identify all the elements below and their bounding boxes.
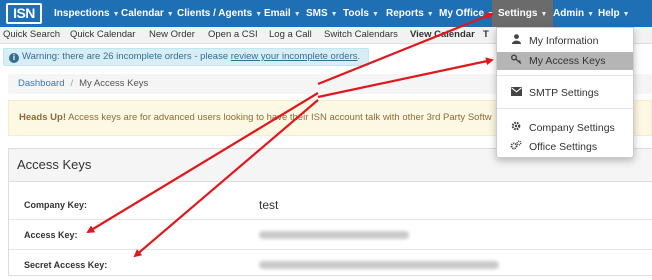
chevron-down-icon: ▼ xyxy=(255,11,263,18)
access-key-value-redacted xyxy=(259,231,409,239)
access-key-row: Access Key: xyxy=(9,220,652,250)
link-new-order[interactable]: New Order xyxy=(149,27,195,43)
menu-office-settings[interactable]: Office Settings xyxy=(497,138,633,156)
company-key-label: Company Key: xyxy=(24,200,88,210)
chevron-down-icon: ▼ xyxy=(166,11,174,18)
chevron-down-icon: ▼ xyxy=(293,11,301,18)
review-incomplete-orders-link[interactable]: review your incomplete orders xyxy=(231,51,358,62)
nav-clients-agents[interactable]: Clients / Agents ▼ xyxy=(177,0,262,27)
nav-calendar[interactable]: Calendar ▼ xyxy=(121,0,174,27)
warning-text: Warning: there are 26 incomplete orders … xyxy=(22,51,231,62)
chevron-down-icon: ▼ xyxy=(540,11,548,18)
breadcrumb-current: My Access Keys xyxy=(79,78,149,89)
secret-access-key-value-redacted xyxy=(259,261,499,269)
key-icon xyxy=(509,52,523,70)
envelope-icon xyxy=(509,84,523,102)
menu-divider xyxy=(497,108,633,109)
link-open-csi[interactable]: Open a CSI xyxy=(208,27,258,43)
isn-logo[interactable]: ISN xyxy=(6,3,42,24)
heads-up-title: Heads Up! xyxy=(19,112,66,123)
chevron-down-icon: ▼ xyxy=(622,11,630,18)
link-view-calendar[interactable]: View Calendar xyxy=(410,27,475,43)
chevron-down-icon: ▼ xyxy=(426,11,434,18)
link-quick-search[interactable]: Quick Search xyxy=(3,27,60,43)
access-keys-panel: Access Keys Company Key: test Access Key… xyxy=(8,148,652,276)
breadcrumb-dashboard[interactable]: Dashboard xyxy=(18,78,64,89)
info-icon: i xyxy=(9,53,19,63)
link-switch-calendars[interactable]: Switch Calendars xyxy=(324,27,398,43)
menu-smtp-settings[interactable]: SMTP Settings xyxy=(497,84,633,102)
access-key-label: Access Key: xyxy=(24,230,78,240)
nav-sms[interactable]: SMS ▼ xyxy=(306,0,338,27)
gear-icon xyxy=(509,119,523,137)
nav-inspections[interactable]: Inspections ▼ xyxy=(54,0,120,27)
breadcrumb-separator: / xyxy=(70,78,74,89)
link-truncated[interactable]: T xyxy=(483,27,489,43)
chevron-down-icon: ▼ xyxy=(371,11,379,18)
incomplete-orders-warning: i Warning: there are 26 incomplete orders… xyxy=(3,48,369,66)
nav-tools[interactable]: Tools ▼ xyxy=(343,0,379,27)
menu-my-access-keys[interactable]: My Access Keys xyxy=(497,52,633,70)
menu-divider xyxy=(497,75,633,76)
company-key-value: test xyxy=(259,198,279,212)
nav-admin[interactable]: Admin ▼ xyxy=(553,0,594,27)
link-log-call[interactable]: Log a Call xyxy=(269,27,312,43)
chevron-down-icon: ▼ xyxy=(112,11,120,18)
link-quick-calendar[interactable]: Quick Calendar xyxy=(70,27,135,43)
nav-my-office[interactable]: My Office ▼ xyxy=(439,0,494,27)
gears-icon xyxy=(509,138,523,156)
nav-reports[interactable]: Reports ▼ xyxy=(386,0,434,27)
settings-dropdown-menu: My Information My Access Keys SMTP Setti… xyxy=(496,27,634,158)
menu-company-settings[interactable]: Company Settings xyxy=(497,119,633,137)
menu-my-information[interactable]: My Information xyxy=(497,32,633,50)
nav-settings[interactable]: Settings ▼ xyxy=(492,0,554,27)
user-icon xyxy=(509,32,523,50)
company-key-row: Company Key: test xyxy=(9,190,652,220)
top-navbar: ISN Inspections ▼ Calendar ▼ Clients / Age… xyxy=(0,0,652,27)
nav-email[interactable]: Email ▼ xyxy=(264,0,301,27)
chevron-down-icon: ▼ xyxy=(587,11,595,18)
nav-help[interactable]: Help ▼ xyxy=(598,0,630,27)
chevron-down-icon: ▼ xyxy=(330,11,338,18)
heads-up-text: Access keys are for advanced users looki… xyxy=(65,112,492,123)
